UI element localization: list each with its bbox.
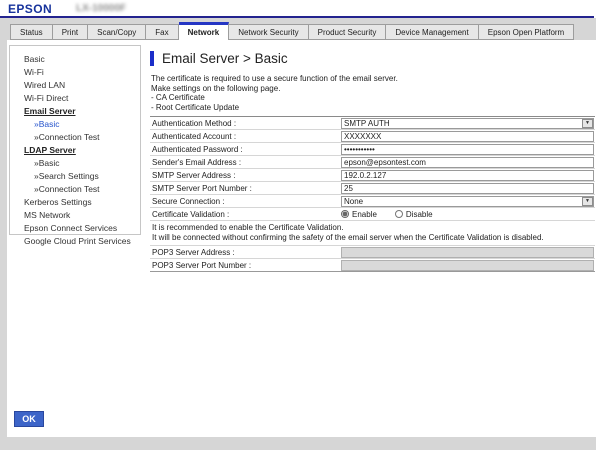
page-title: Email Server > Basic <box>162 51 288 66</box>
tab-fax[interactable]: Fax <box>146 24 178 40</box>
smtp-address-label: SMTP Server Address : <box>150 171 340 180</box>
sidebar-group-email-server[interactable]: Email Server <box>24 105 138 118</box>
smtp-port-input[interactable] <box>341 183 594 194</box>
chevron-down-icon: ▼ <box>582 197 593 206</box>
sidebar-item-wifi-direct[interactable]: Wi-Fi Direct <box>24 92 138 105</box>
pop3-address-input <box>341 247 594 258</box>
printer-model: LX-10000F <box>76 3 126 14</box>
auth-password-input[interactable] <box>341 144 594 155</box>
cert-validation-enable-label: Enable <box>352 210 377 219</box>
sidebar-item-kerberos-settings[interactable]: Kerberos Settings <box>24 196 138 209</box>
chevron-down-icon: ▼ <box>582 119 593 128</box>
sidebar-group-ldap-server[interactable]: LDAP Server <box>24 144 138 157</box>
smtp-address-input[interactable] <box>341 170 594 181</box>
description-line: - CA Certificate <box>151 93 398 103</box>
page-description: The certificate is required to use a sec… <box>151 74 398 112</box>
sidebar-item-ldap-connection-test[interactable]: »Connection Test <box>24 183 138 196</box>
content-panel: Basic Wi-Fi Wired LAN Wi-Fi Direct Email… <box>7 40 596 437</box>
sidebar-item-wifi[interactable]: Wi-Fi <box>24 66 138 79</box>
cert-validation-note: It is recommended to enable the Certific… <box>150 221 595 246</box>
cert-validation-enable-option[interactable]: Enable <box>341 210 377 219</box>
secure-connection-row: Secure Connection : None ▼ <box>150 195 595 208</box>
auth-method-label: Authentication Method : <box>150 119 340 128</box>
note-line: It is recommended to enable the Certific… <box>152 223 595 233</box>
sender-email-label: Sender's Email Address : <box>150 158 340 167</box>
sender-email-row: Sender's Email Address : <box>150 156 595 169</box>
secure-connection-select[interactable]: None ▼ <box>341 196 594 207</box>
auth-method-select[interactable]: SMTP AUTH ▼ <box>341 118 594 129</box>
sidebar-item-google-cloud-print-services[interactable]: Google Cloud Print Services <box>24 235 138 248</box>
auth-method-value: SMTP AUTH <box>342 119 582 128</box>
auth-password-label: Authenticated Password : <box>150 145 340 154</box>
smtp-address-row: SMTP Server Address : <box>150 169 595 182</box>
tab-scan-copy[interactable]: Scan/Copy <box>88 24 146 40</box>
description-line: The certificate is required to use a sec… <box>151 74 398 84</box>
tab-device-management[interactable]: Device Management <box>386 24 478 40</box>
cert-validation-radio-group: Enable Disable <box>341 210 451 219</box>
description-line: - Root Certificate Update <box>151 103 398 113</box>
description-line: Make settings on the following page. <box>151 84 398 94</box>
sidebar-nav: Basic Wi-Fi Wired LAN Wi-Fi Direct Email… <box>9 45 141 235</box>
sidebar-item-email-server-basic[interactable]: »Basic <box>24 118 138 131</box>
ok-button[interactable]: OK <box>14 411 44 427</box>
tab-network[interactable]: Network <box>179 22 230 40</box>
auth-method-row: Authentication Method : SMTP AUTH ▼ <box>150 117 595 130</box>
tab-bar: Status Print Scan/Copy Fax Network Netwo… <box>10 22 574 40</box>
sidebar-item-ldap-search-settings[interactable]: »Search Settings <box>24 170 138 183</box>
pop3-port-input <box>341 260 594 271</box>
cert-validation-disable-label: Disable <box>406 210 433 219</box>
app-header: EPSON LX-10000F <box>0 0 600 16</box>
pop3-address-row: POP3 Server Address : <box>150 246 595 259</box>
auth-password-row: Authenticated Password : <box>150 143 595 156</box>
tab-status[interactable]: Status <box>10 24 53 40</box>
tab-network-security[interactable]: Network Security <box>229 24 308 40</box>
sidebar-item-wired-lan[interactable]: Wired LAN <box>24 79 138 92</box>
cert-validation-label: Certificate Validation : <box>150 210 340 219</box>
cert-validation-disable-radio[interactable] <box>395 210 403 218</box>
tab-product-security[interactable]: Product Security <box>309 24 387 40</box>
tab-print[interactable]: Print <box>53 24 88 40</box>
email-server-form: Authentication Method : SMTP AUTH ▼ Auth… <box>150 116 595 272</box>
sidebar-item-ldap-basic[interactable]: »Basic <box>24 157 138 170</box>
title-bar: Email Server > Basic <box>150 51 288 66</box>
note-line: It will be connected without confirming … <box>152 233 595 243</box>
auth-account-row: Authenticated Account : <box>150 130 595 143</box>
cert-validation-enable-radio[interactable] <box>341 210 349 218</box>
pop3-port-label: POP3 Server Port Number : <box>150 261 340 270</box>
epson-logo: EPSON <box>8 2 52 16</box>
sidebar-item-basic[interactable]: Basic <box>24 53 138 66</box>
auth-account-label: Authenticated Account : <box>150 132 340 141</box>
sender-email-input[interactable] <box>341 157 594 168</box>
sidebar-item-epson-connect-services[interactable]: Epson Connect Services <box>24 222 138 235</box>
pop3-port-row: POP3 Server Port Number : <box>150 259 595 272</box>
pop3-address-label: POP3 Server Address : <box>150 248 340 257</box>
secure-connection-value: None <box>342 197 582 206</box>
cert-validation-row: Certificate Validation : Enable Disable <box>150 208 595 221</box>
cert-validation-disable-option[interactable]: Disable <box>395 210 433 219</box>
secure-connection-label: Secure Connection : <box>150 197 340 206</box>
sidebar-item-email-server-connection-test[interactable]: »Connection Test <box>24 131 138 144</box>
title-accent-bar <box>150 51 154 66</box>
tab-epson-open-platform[interactable]: Epson Open Platform <box>479 24 574 40</box>
auth-account-input[interactable] <box>341 131 594 142</box>
sidebar-item-ms-network[interactable]: MS Network <box>24 209 138 222</box>
smtp-port-row: SMTP Server Port Number : <box>150 182 595 195</box>
smtp-port-label: SMTP Server Port Number : <box>150 184 340 193</box>
